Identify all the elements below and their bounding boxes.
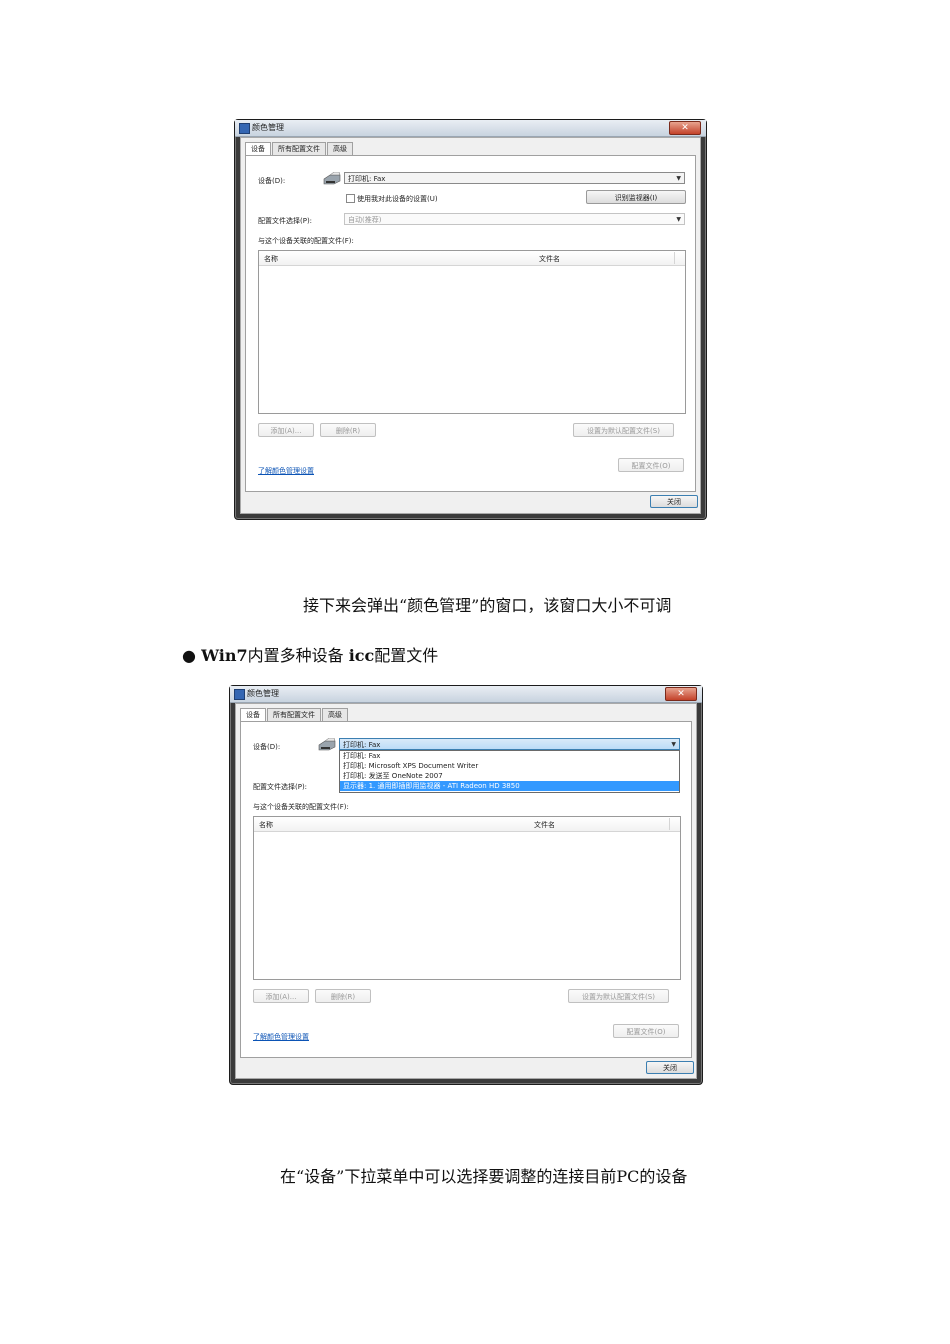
printer-icon: [323, 172, 341, 185]
list-header: 名称 文件名: [254, 817, 680, 832]
tab-devices[interactable]: 设备: [245, 142, 271, 156]
device-label: 设备(D):: [258, 177, 286, 185]
window-title: 颜色管理: [252, 123, 284, 132]
set-default-profile-button[interactable]: 设置为默认配置文件(S): [573, 423, 674, 437]
column-separator: [669, 818, 670, 830]
learn-color-settings-link[interactable]: 了解颜色管理设置: [253, 1032, 309, 1042]
chevron-down-icon: ▼: [676, 175, 681, 182]
column-name[interactable]: 名称: [264, 254, 278, 264]
associated-profiles-label: 与这个设备关联的配置文件(F):: [253, 803, 349, 811]
window-close-button[interactable]: ✕: [669, 121, 701, 135]
list-header: 名称 文件名: [259, 251, 685, 266]
tab-devices[interactable]: 设备: [240, 708, 266, 722]
dropdown-item-fax[interactable]: 打印机: Fax: [340, 751, 679, 761]
dropdown-item-onenote[interactable]: 打印机: 发送至 OneNote 2007: [340, 771, 679, 781]
profile-selection-label: 配置文件选择(P):: [258, 217, 313, 225]
window-title: 颜色管理: [247, 689, 279, 698]
device-combo-value: 打印机: Fax: [343, 741, 381, 749]
tab-strip: 设备 所有配置文件 高级: [240, 708, 349, 722]
learn-color-settings-link[interactable]: 了解颜色管理设置: [258, 466, 314, 476]
title-bar: 颜色管理 ✕: [230, 686, 702, 703]
device-combo[interactable]: 打印机: Fax ▼: [339, 738, 680, 750]
bullet-heading: ● Win7内置多种设备 icc配置文件: [182, 642, 438, 666]
devices-panel: 设备(D): 打印机: Fax ▼ 打印机: Fax 打印机: Microsof…: [240, 721, 692, 1058]
tab-strip: 设备 所有配置文件 高级: [245, 142, 354, 156]
profile-selection-combo[interactable]: 自动(推荐) ▼: [344, 213, 685, 225]
tab-advanced[interactable]: 高级: [327, 142, 353, 156]
device-dropdown-list[interactable]: 打印机: Fax 打印机: Microsoft XPS Document Wri…: [339, 750, 680, 793]
column-separator: [674, 252, 675, 264]
caption-1: 接下来会弹出“颜色管理”的窗口，该窗口大小不可调: [303, 596, 672, 615]
profile-selection-value: 自动(推荐): [348, 216, 382, 224]
color-management-icon: [234, 689, 245, 700]
associated-profiles-label: 与这个设备关联的配置文件(F):: [258, 237, 354, 245]
remove-button[interactable]: 删除(R): [320, 423, 376, 437]
profiles-button[interactable]: 配置文件(O): [618, 458, 684, 472]
color-management-window-1: 颜色管理 ✕ 设备 所有配置文件 高级 设备(D): 打印机: Fax ▼ 使用…: [234, 119, 707, 520]
profiles-list[interactable]: 名称 文件名: [258, 250, 686, 414]
device-combo-value: 打印机: Fax: [348, 175, 386, 183]
profile-selection-label: 配置文件选择(P):: [253, 783, 308, 791]
bullet-bold-win7: Win7: [201, 646, 248, 665]
identify-monitors-button[interactable]: 识别监视器(I): [586, 190, 686, 204]
close-button[interactable]: 关闭: [646, 1061, 694, 1074]
bullet-symbol: ●: [182, 646, 196, 665]
printer-icon: [318, 738, 336, 751]
close-button[interactable]: 关闭: [650, 495, 698, 508]
color-management-icon: [239, 123, 250, 134]
window-close-button[interactable]: ✕: [665, 687, 697, 701]
profiles-button[interactable]: 配置文件(O): [613, 1024, 679, 1038]
device-combo[interactable]: 打印机: Fax ▼: [344, 172, 685, 184]
use-my-settings-checkbox[interactable]: [346, 194, 355, 203]
color-management-window-2: 颜色管理 ✕ 设备 所有配置文件 高级 设备(D): 打印机: Fax ▼ 打印…: [229, 685, 703, 1085]
tab-advanced[interactable]: 高级: [322, 708, 348, 722]
remove-button[interactable]: 删除(R): [315, 989, 371, 1003]
bullet-text-2: 配置文件: [374, 646, 439, 665]
dropdown-item-monitor[interactable]: 显示器: 1. 通用即插即用监视器 - ATI Radeon HD 3850: [340, 781, 679, 791]
column-name[interactable]: 名称: [259, 820, 273, 830]
title-bar: 颜色管理 ✕: [235, 120, 706, 137]
tab-all-profiles[interactable]: 所有配置文件: [272, 142, 326, 156]
use-my-settings-label: 使用我对此设备的设置(U): [357, 195, 438, 203]
caption-2: 在“设备”下拉菜单中可以选择要调整的连接目前PC的设备: [280, 1167, 688, 1186]
bullet-bold-icc: icc: [348, 646, 375, 665]
bullet-text: 内置多种设备: [247, 646, 344, 665]
device-label: 设备(D):: [253, 743, 281, 751]
column-filename[interactable]: 文件名: [539, 254, 560, 264]
add-button[interactable]: 添加(A)...: [258, 423, 314, 437]
profiles-list[interactable]: 名称 文件名: [253, 816, 681, 980]
tab-all-profiles[interactable]: 所有配置文件: [267, 708, 321, 722]
set-default-profile-button[interactable]: 设置为默认配置文件(S): [568, 989, 669, 1003]
devices-panel: 设备(D): 打印机: Fax ▼ 使用我对此设备的设置(U) 识别监视器(I)…: [245, 155, 696, 492]
add-button[interactable]: 添加(A)...: [253, 989, 309, 1003]
window-body: 设备 所有配置文件 高级 设备(D): 打印机: Fax ▼ 使用我对此设备的设…: [240, 137, 701, 514]
chevron-down-icon: ▼: [676, 216, 681, 223]
dropdown-item-xps-writer[interactable]: 打印机: Microsoft XPS Document Writer: [340, 761, 679, 771]
window-body: 设备 所有配置文件 高级 设备(D): 打印机: Fax ▼ 打印机: Fax …: [235, 703, 697, 1079]
column-filename[interactable]: 文件名: [534, 820, 555, 830]
